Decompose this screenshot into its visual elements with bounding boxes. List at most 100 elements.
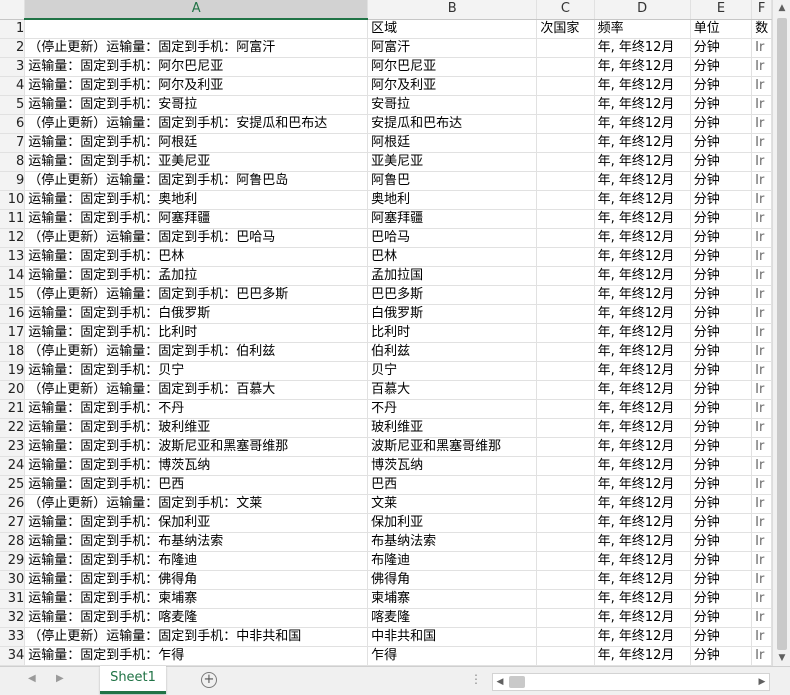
cell-e[interactable]: 分钟 bbox=[690, 114, 753, 134]
cell-c[interactable] bbox=[536, 361, 595, 381]
cell-f[interactable]: Ir bbox=[751, 247, 772, 267]
cell-d[interactable]: 年, 年终12月 bbox=[594, 608, 691, 628]
cell-c[interactable] bbox=[536, 513, 595, 533]
cell-c[interactable] bbox=[536, 38, 595, 58]
row-header[interactable]: 32 bbox=[0, 608, 26, 628]
cell-a[interactable]: 运输量：固定到手机：阿尔巴尼亚 bbox=[24, 57, 369, 77]
cell-b[interactable]: 中非共和国 bbox=[367, 627, 538, 647]
row-header[interactable]: 11 bbox=[0, 209, 26, 229]
cell-c[interactable] bbox=[536, 285, 595, 305]
cell-a[interactable]: 运输量：固定到手机：不丹 bbox=[24, 399, 369, 419]
cell-c[interactable] bbox=[536, 152, 595, 172]
scroll-left-icon[interactable]: ◀ bbox=[493, 674, 507, 690]
cell-c[interactable] bbox=[536, 228, 595, 248]
cell-c[interactable] bbox=[536, 323, 595, 343]
cell-b[interactable]: 布基纳法索 bbox=[367, 532, 538, 552]
cell-f[interactable]: Ir bbox=[751, 304, 772, 324]
row-header[interactable]: 13 bbox=[0, 247, 26, 267]
cell-d[interactable]: 年, 年终12月 bbox=[594, 494, 691, 514]
cell-d[interactable]: 年, 年终12月 bbox=[594, 76, 691, 96]
row-header[interactable]: 21 bbox=[0, 399, 26, 419]
cell-d[interactable]: 年, 年终12月 bbox=[594, 437, 691, 457]
cell-c[interactable] bbox=[536, 190, 595, 210]
row-header[interactable]: 27 bbox=[0, 513, 26, 533]
vertical-scroll-thumb[interactable] bbox=[777, 18, 787, 650]
row-header[interactable]: 16 bbox=[0, 304, 26, 324]
row-header[interactable]: 5 bbox=[0, 95, 26, 115]
cell-d[interactable]: 年, 年终12月 bbox=[594, 475, 691, 495]
cell-b[interactable]: 阿塞拜疆 bbox=[367, 209, 538, 229]
cell-b[interactable]: 安哥拉 bbox=[367, 95, 538, 115]
row-header[interactable]: 20 bbox=[0, 380, 26, 400]
row-header[interactable]: 29 bbox=[0, 551, 26, 571]
column-header-b[interactable]: B bbox=[367, 0, 538, 20]
cell-a[interactable]: 运输量：固定到手机：乍得 bbox=[24, 646, 369, 666]
cell-b[interactable]: 玻利维亚 bbox=[367, 418, 538, 438]
cell-f[interactable]: Ir bbox=[751, 475, 772, 495]
cell-c[interactable] bbox=[536, 418, 595, 438]
cell-a[interactable]: （停止更新）运输量：固定到手机：巴巴多斯 bbox=[24, 285, 369, 305]
sheet-tab-sheet1[interactable]: Sheet1 bbox=[100, 666, 166, 694]
cell-e[interactable]: 分钟 bbox=[690, 95, 753, 115]
cell-a[interactable]: 运输量：固定到手机：阿根廷 bbox=[24, 133, 369, 153]
row-header[interactable]: 33 bbox=[0, 627, 26, 647]
cell-b[interactable]: 阿尔及利亚 bbox=[367, 76, 538, 96]
cell-b[interactable]: 巴巴多斯 bbox=[367, 285, 538, 305]
cell-c[interactable] bbox=[536, 380, 595, 400]
cell-e[interactable]: 分钟 bbox=[690, 133, 753, 153]
cell-e[interactable]: 分钟 bbox=[690, 399, 753, 419]
cell-d[interactable]: 年, 年终12月 bbox=[594, 209, 691, 229]
row-header[interactable]: 22 bbox=[0, 418, 26, 438]
cell-a[interactable]: 运输量：固定到手机：保加利亚 bbox=[24, 513, 369, 533]
cell-f[interactable]: Ir bbox=[751, 494, 772, 514]
row-header[interactable]: 31 bbox=[0, 589, 26, 609]
cell-b[interactable]: 柬埔寨 bbox=[367, 589, 538, 609]
cell-c[interactable] bbox=[536, 304, 595, 324]
cell-b[interactable]: 布隆迪 bbox=[367, 551, 538, 571]
row-header[interactable]: 9 bbox=[0, 171, 26, 191]
cell-f[interactable]: Ir bbox=[751, 608, 772, 628]
cell-b[interactable]: 保加利亚 bbox=[367, 513, 538, 533]
cell-d[interactable]: 年, 年终12月 bbox=[594, 133, 691, 153]
cell-f[interactable]: Ir bbox=[751, 95, 772, 115]
cell-e[interactable]: 分钟 bbox=[690, 228, 753, 248]
cell-d[interactable]: 年, 年终12月 bbox=[594, 304, 691, 324]
cell-c[interactable] bbox=[536, 494, 595, 514]
cell-b[interactable]: 阿尔巴尼亚 bbox=[367, 57, 538, 77]
cell-c[interactable] bbox=[536, 266, 595, 286]
horizontal-scrollbar[interactable]: ◀ ▶ bbox=[492, 673, 770, 691]
cell-e[interactable]: 分钟 bbox=[690, 437, 753, 457]
cell-f[interactable]: Ir bbox=[751, 152, 772, 172]
cell-a[interactable] bbox=[24, 19, 369, 39]
cell-a[interactable]: 运输量：固定到手机：奥地利 bbox=[24, 190, 369, 210]
cell-d[interactable]: 年, 年终12月 bbox=[594, 114, 691, 134]
column-header-d[interactable]: D bbox=[594, 0, 691, 20]
row-header[interactable]: 2 bbox=[0, 38, 26, 58]
cell-a[interactable]: 运输量：固定到手机：佛得角 bbox=[24, 570, 369, 590]
row-header[interactable]: 30 bbox=[0, 570, 26, 590]
column-header-c[interactable]: C bbox=[536, 0, 595, 20]
cell-c[interactable] bbox=[536, 399, 595, 419]
cell-a[interactable]: 运输量：固定到手机：白俄罗斯 bbox=[24, 304, 369, 324]
cell-b[interactable]: 阿富汗 bbox=[367, 38, 538, 58]
scroll-up-icon[interactable]: ▲ bbox=[773, 0, 790, 16]
cell-b[interactable]: 波斯尼亚和黑塞哥维那 bbox=[367, 437, 538, 457]
cell-e[interactable]: 分钟 bbox=[690, 475, 753, 495]
cell-e[interactable]: 分钟 bbox=[690, 342, 753, 362]
next-sheet-icon[interactable]: ▶ bbox=[56, 673, 64, 684]
cell-d[interactable]: 年, 年终12月 bbox=[594, 513, 691, 533]
cell-b[interactable]: 博茨瓦纳 bbox=[367, 456, 538, 476]
cell-a[interactable]: （停止更新）运输量：固定到手机：阿富汗 bbox=[24, 38, 369, 58]
cell-a[interactable]: （停止更新）运输量：固定到手机：巴哈马 bbox=[24, 228, 369, 248]
spreadsheet-grid[interactable]: A B C D E F 1 区域 次国家 频率 单位 数 2 （停止更新）运输量：… bbox=[0, 0, 772, 666]
cell-a[interactable]: 运输量：固定到手机：阿塞拜疆 bbox=[24, 209, 369, 229]
cell-b[interactable]: 贝宁 bbox=[367, 361, 538, 381]
cell-d[interactable]: 年, 年终12月 bbox=[594, 627, 691, 647]
cell-a[interactable]: 运输量：固定到手机：柬埔寨 bbox=[24, 589, 369, 609]
cell-f[interactable]: Ir bbox=[751, 133, 772, 153]
cell-b[interactable]: 亚美尼亚 bbox=[367, 152, 538, 172]
row-header[interactable]: 3 bbox=[0, 57, 26, 77]
cell-f[interactable]: Ir bbox=[751, 380, 772, 400]
cell-f[interactable]: Ir bbox=[751, 323, 772, 343]
cell-e[interactable]: 分钟 bbox=[690, 627, 753, 647]
